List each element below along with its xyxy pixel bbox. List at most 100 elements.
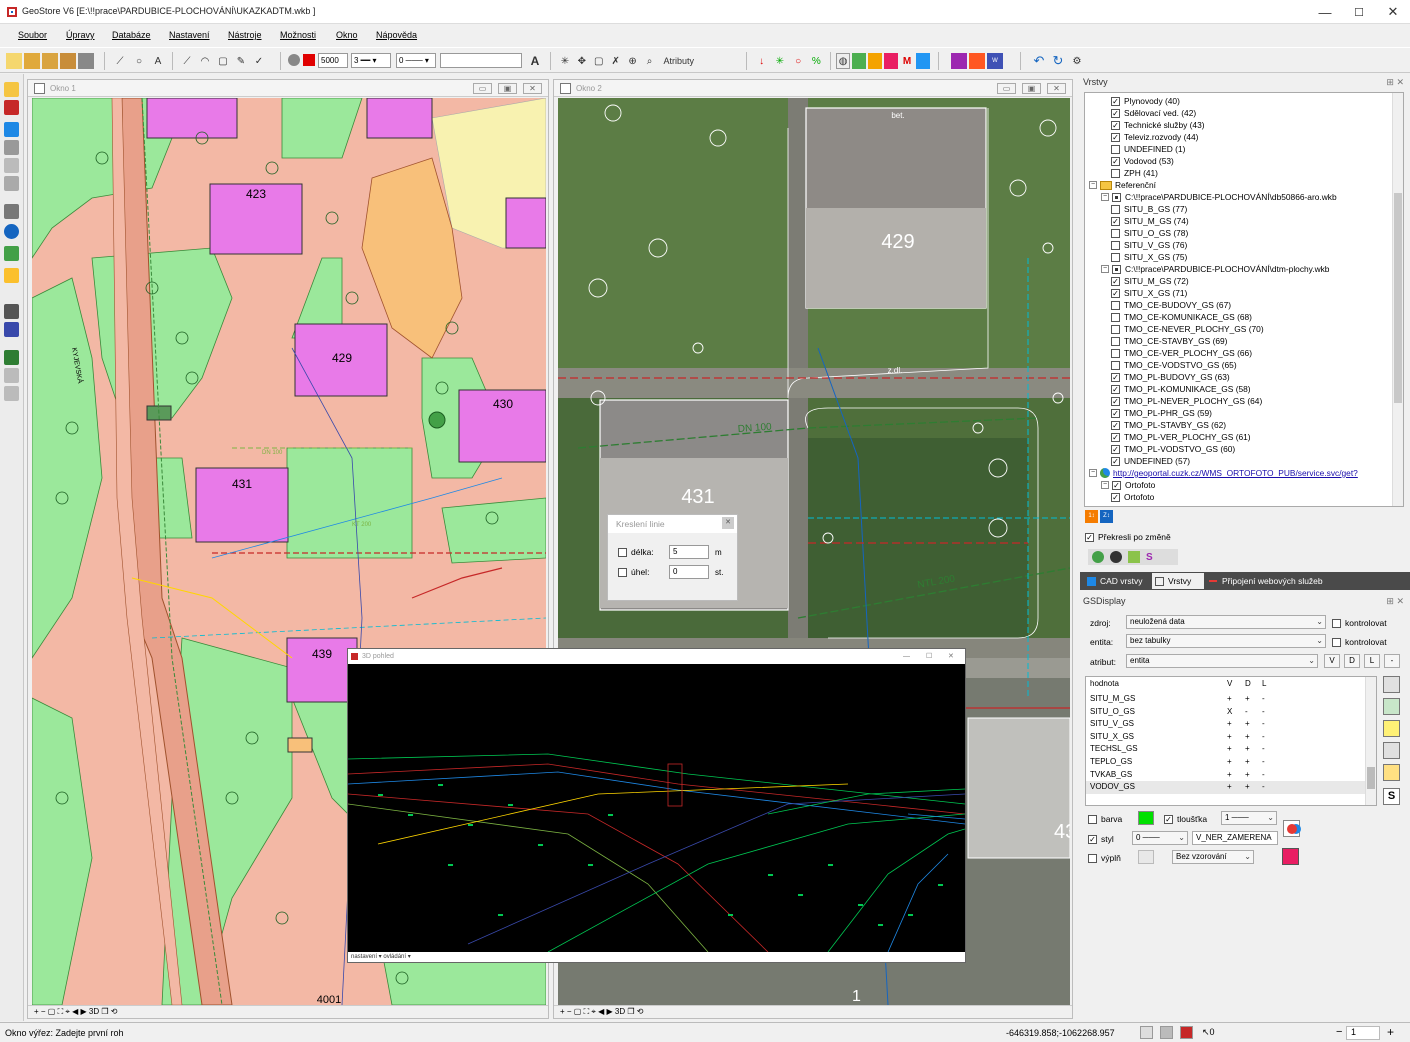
layer-checkbox[interactable] xyxy=(1112,264,1121,274)
arrow-down-icon[interactable]: ↓ xyxy=(754,53,769,69)
window2-restore[interactable]: ▣ xyxy=(1022,83,1041,94)
dialog-close-button[interactable]: ✕ xyxy=(722,517,734,529)
drawing-line-dialog[interactable]: Kreslení linie ✕ délka: 5 m úhel: 0 st. xyxy=(607,514,738,601)
map1-footer[interactable]: + − ▢ ⛶ ⌖ ◀ ▶ 3D ❐ ⟲ xyxy=(28,1005,548,1018)
layer-checkbox[interactable] xyxy=(1111,324,1120,334)
d-button[interactable]: D xyxy=(1344,654,1360,668)
layer-row[interactable]: ✓ SITU_X_GS (71) xyxy=(1111,287,1187,299)
atributy-button[interactable]: Atributy xyxy=(663,56,694,66)
layers-scrollbar[interactable] xyxy=(1392,93,1403,506)
layer-checkbox[interactable]: ✓ xyxy=(1111,108,1120,118)
layer-checkbox[interactable]: ✓ xyxy=(1111,276,1120,286)
layer-row[interactable]: ✓ TMO_PL-VODSTVO_GS (60) xyxy=(1111,443,1235,455)
text-input[interactable] xyxy=(440,53,522,68)
table-icon[interactable] xyxy=(4,176,19,191)
layer-checkbox[interactable]: ✓ xyxy=(1111,132,1120,142)
vypln-swatch[interactable] xyxy=(1138,850,1154,864)
tab-cad-vrstvy[interactable]: CAD vrstvy xyxy=(1084,573,1152,589)
layer-checkbox[interactable]: ✓ xyxy=(1111,384,1120,394)
barva-swatch[interactable] xyxy=(1138,811,1154,825)
print-icon[interactable] xyxy=(78,53,94,69)
layer-row[interactable]: TMO_CE-BUDOVY_GS (67) xyxy=(1111,299,1231,311)
tloustka-checkbox[interactable]: ✓ xyxy=(1164,814,1173,824)
layer-row[interactable]: − C:\!!prace\PARDUBICE-PLOCHOVÁNÍ\db50866… xyxy=(1101,191,1337,203)
save-style-icon[interactable] xyxy=(1383,720,1400,737)
chart-icon[interactable] xyxy=(884,53,899,69)
window1-titlebar[interactable]: Okno 1 ▭ ▣ ✕ xyxy=(28,80,548,97)
circle-red-icon[interactable]: ○ xyxy=(791,53,806,69)
layer-row[interactable]: − http://geoportal.cuzk.cz/WMS_ORTOFOTO_P… xyxy=(1089,467,1358,479)
3d-maximize-button[interactable]: ☐ xyxy=(926,649,932,664)
move-up-icon[interactable] xyxy=(1383,676,1400,693)
3d-view-footer[interactable]: nastavení ▾ ovládání ▾ xyxy=(348,952,965,962)
layer-checkbox[interactable]: ✓ xyxy=(1111,444,1120,454)
layer-row[interactable]: TMO_CE-VER_PLOCHY_GS (66) xyxy=(1111,347,1252,359)
layer-row[interactable]: ✓ Sdělovací ved. (42) xyxy=(1111,107,1196,119)
layer-row[interactable]: UNDEFINED (1) xyxy=(1111,143,1185,155)
select-rect-icon[interactable]: ▢ xyxy=(592,53,606,69)
link-icon[interactable] xyxy=(1110,551,1122,563)
layer-row[interactable]: ✓ SITU_M_GS (72) xyxy=(1111,275,1189,287)
expand-toggle[interactable]: − xyxy=(1101,193,1109,201)
styl-name-input[interactable]: V_NER_ZAMERENA xyxy=(1192,831,1278,845)
tree-icon[interactable] xyxy=(1128,551,1140,563)
info-icon[interactable] xyxy=(4,224,19,239)
globe-icon[interactable]: ◍ xyxy=(836,53,851,69)
layer-row[interactable]: ✓ SITU_M_GS (74) xyxy=(1111,215,1189,227)
text-style-button[interactable]: A xyxy=(527,53,543,69)
linestyle-select[interactable]: 0 ─── ▾ xyxy=(396,53,436,68)
layer-row[interactable]: ZPH (41) xyxy=(1111,167,1158,179)
layers-tree[interactable]: ✓ Plynovody (40) ✓ Sdělovací ved. (42) ✓ Tech… xyxy=(1084,92,1404,507)
map-icon[interactable] xyxy=(868,53,883,69)
zdroj-select[interactable]: neuložená data ⌄ xyxy=(1126,615,1326,629)
table-row[interactable]: TVKAB_GS + + - xyxy=(1086,769,1366,782)
color-palette-icon[interactable] xyxy=(1283,820,1300,837)
move-down-icon[interactable] xyxy=(1383,698,1400,715)
window1-minimize[interactable]: ▭ xyxy=(473,83,492,94)
maximize-button[interactable]: ☐ xyxy=(1342,0,1376,24)
wms-icon[interactable]: W xyxy=(987,53,1003,69)
layer-checkbox[interactable] xyxy=(1111,348,1120,358)
layer-checkbox[interactable]: ✓ xyxy=(1111,396,1120,406)
refresh-style-icon[interactable] xyxy=(1383,742,1400,759)
layers-pin-icon[interactable]: ⊞ ✕ xyxy=(1386,74,1404,90)
table-row[interactable]: SITU_X_GS + + - xyxy=(1086,731,1366,744)
table-row[interactable]: SITU_M_GS + + - xyxy=(1086,693,1366,706)
zoom-icon[interactable]: ⌕ xyxy=(643,53,657,69)
grid-toggle-icon[interactable] xyxy=(1160,1026,1173,1039)
measure-icon[interactable] xyxy=(4,246,19,261)
new-file-icon[interactable] xyxy=(6,53,22,69)
export-icon[interactable] xyxy=(969,53,985,69)
close-button[interactable]: ✕ xyxy=(1376,0,1410,24)
page-prev-button[interactable]: − xyxy=(1336,1026,1342,1038)
layer-row[interactable]: ✓ Ortofoto xyxy=(1111,491,1154,503)
3d-minimize-button[interactable]: — xyxy=(903,649,910,664)
expand-toggle[interactable]: − xyxy=(1089,469,1097,477)
window2-close[interactable]: ✕ xyxy=(1047,83,1066,94)
undo-icon[interactable]: ↶ xyxy=(1031,53,1047,69)
layer-row[interactable]: TMO_CE-KOMUNIKACE_GS (68) xyxy=(1111,311,1252,323)
open-file-icon[interactable] xyxy=(24,53,40,69)
3d-view-window[interactable]: 3D pohled — ☐ ✕ nastavení ▾ ovládání ▾ xyxy=(347,648,966,963)
layer-row[interactable]: ✓ Televiz.rozvody (44) xyxy=(1111,131,1198,143)
layer-checkbox[interactable]: ✓ xyxy=(1112,480,1121,490)
pen-icon[interactable] xyxy=(288,54,300,66)
v-button[interactable]: V xyxy=(1324,654,1340,668)
layer-row[interactable]: ✓ TMO_PL-VER_PLOCHY_GS (61) xyxy=(1111,431,1251,443)
entita-kontrolovat-checkbox[interactable] xyxy=(1332,637,1341,647)
lock-fill-icon[interactable] xyxy=(1282,848,1299,865)
layer-row[interactable]: TMO_CE-NEVER_PLOCHY_GS (70) xyxy=(1111,323,1264,335)
save-icon[interactable] xyxy=(60,53,76,69)
layer-row[interactable]: SITU_O_GS (78) xyxy=(1111,227,1188,239)
menu-soubor[interactable]: Soubor xyxy=(18,30,47,40)
line-icon[interactable] xyxy=(4,350,19,365)
pen-icon[interactable] xyxy=(4,304,19,319)
table-row[interactable]: VODOV_GS + + - xyxy=(1086,781,1366,794)
page-number[interactable]: 1 xyxy=(1346,1026,1380,1040)
attach-icon[interactable]: ⊕ xyxy=(626,53,640,69)
redo-icon[interactable]: ↻ xyxy=(1050,53,1066,69)
page-next-button[interactable]: + xyxy=(1387,1025,1394,1039)
layer-row[interactable]: ✓ UNDEFINED (57) xyxy=(1111,455,1190,467)
gradient-icon[interactable] xyxy=(1383,764,1400,781)
layer-row[interactable]: − ✓ Ortofoto xyxy=(1101,479,1155,491)
